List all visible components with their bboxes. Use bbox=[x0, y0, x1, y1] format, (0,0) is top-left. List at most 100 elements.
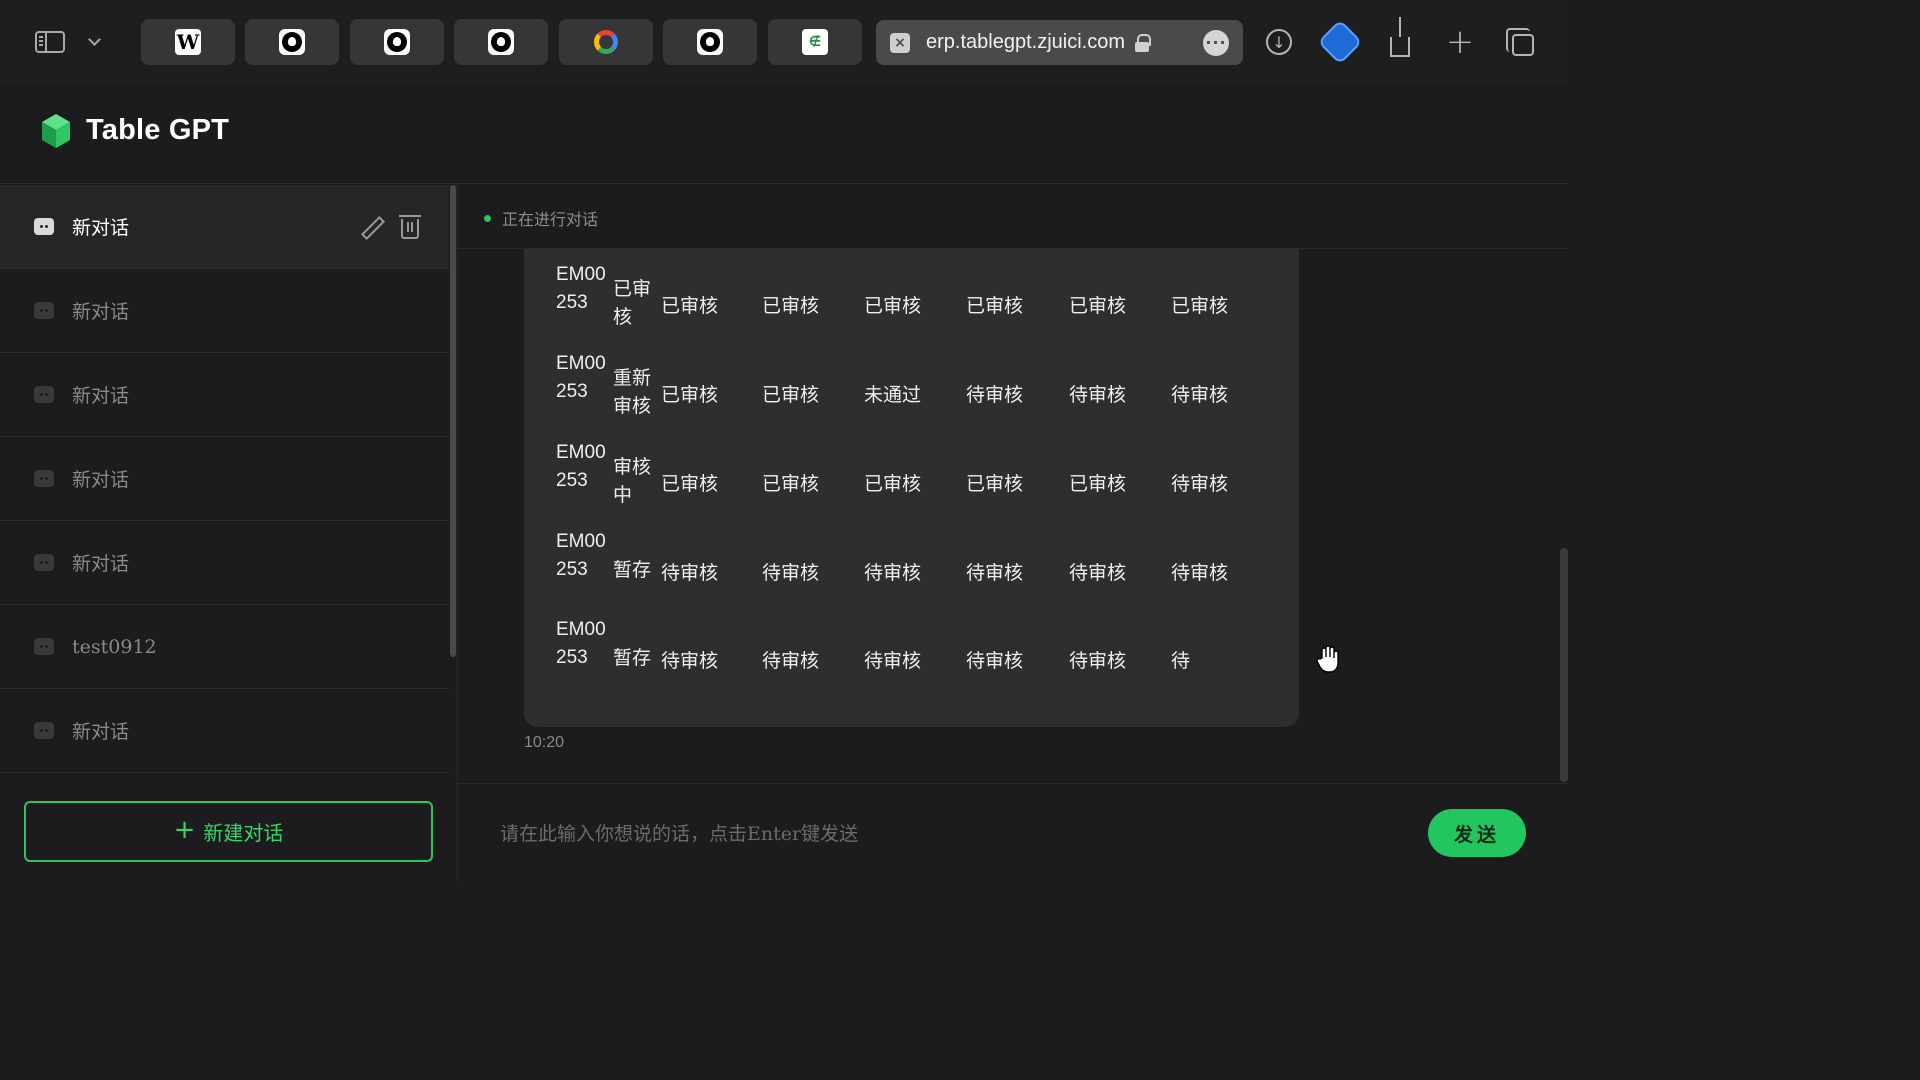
conversation-item[interactable]: 新对话 bbox=[0, 521, 449, 605]
chat-status-text: 正在进行对话 bbox=[502, 210, 599, 229]
github-icon bbox=[488, 29, 514, 55]
table-cell: 待审核 bbox=[864, 562, 922, 584]
chat-icon bbox=[34, 638, 54, 655]
github-icon bbox=[697, 29, 723, 55]
chat-icon bbox=[34, 554, 54, 571]
cell-employee-id: EM00253 bbox=[556, 531, 606, 580]
table-cell: 待审核 bbox=[762, 562, 820, 584]
chat-input[interactable] bbox=[500, 814, 1400, 854]
extension-icon[interactable] bbox=[1317, 19, 1363, 65]
tab-github-1[interactable] bbox=[245, 19, 339, 65]
panel-divider bbox=[456, 184, 458, 882]
brand-name: Table GPT bbox=[86, 114, 230, 146]
table-header-clipped bbox=[524, 249, 1299, 253]
cell-status: 审核中 bbox=[613, 456, 652, 506]
tablegpt-logo-icon bbox=[42, 114, 70, 148]
hand-cursor-icon bbox=[1316, 645, 1339, 673]
plus-icon: + bbox=[173, 815, 196, 845]
chat-scrollbar[interactable] bbox=[1560, 548, 1568, 782]
table-cell: 已审核 bbox=[1171, 295, 1229, 317]
conversation-item[interactable]: 新对话 bbox=[0, 437, 449, 521]
tab-github-2[interactable] bbox=[350, 19, 444, 65]
table-cell: 待审核 bbox=[966, 384, 1024, 406]
message-time: 10:20 bbox=[524, 734, 565, 751]
edit-icon[interactable] bbox=[360, 216, 382, 238]
tab-google[interactable] bbox=[559, 19, 653, 65]
table-cell: 已审核 bbox=[661, 295, 719, 317]
download-icon[interactable]: ↓ bbox=[1259, 22, 1299, 62]
assistant-message-bubble: EM00253 已审核 已审核 已审核 已审核 已审核 已审核 已审核 EM00253 重新审核已… bbox=[524, 249, 1299, 727]
table-row: EM00253 已审核 已审核 已审核 已审核 已审核 已审核 已审核 bbox=[524, 261, 1299, 350]
new-chat-button[interactable]: + 新建对话 bbox=[24, 801, 433, 862]
table-cell: 待 bbox=[1171, 650, 1191, 672]
table-row: EM00253 审核中 已审核 已审核 已审核 已审核 已审核 待审核 bbox=[524, 439, 1299, 528]
status-dot bbox=[484, 215, 491, 222]
table-cell: 已审核 bbox=[864, 295, 922, 317]
app-header bbox=[0, 84, 1568, 184]
cell-employee-id: EM00253 bbox=[556, 619, 606, 668]
tab-github-3[interactable] bbox=[454, 19, 548, 65]
table-row: EM00253 暂存 待审核 待审核 待审核 待审核 待审核待 bbox=[524, 616, 1299, 705]
close-tab-icon[interactable]: × bbox=[890, 32, 910, 53]
geeksforgeeks-icon: ∉ bbox=[802, 29, 828, 55]
conversation-label: 新对话 bbox=[72, 553, 130, 575]
conversation-item[interactable]: test0912 bbox=[0, 605, 449, 689]
wikipedia-icon: W bbox=[175, 29, 201, 55]
github-icon bbox=[279, 29, 305, 55]
table-row: EM00253 暂存 待审核 待审核 待审核 待审核 待审核 待审核 bbox=[524, 528, 1299, 617]
tab-overview-icon[interactable] bbox=[1500, 22, 1540, 62]
conversation-item[interactable]: 新对话 bbox=[0, 689, 449, 773]
tab-github-4[interactable] bbox=[663, 19, 757, 65]
table-cell: 已审核 bbox=[966, 295, 1024, 317]
conversation-item[interactable]: 新对话 bbox=[0, 353, 449, 437]
table-cell: 已审核 bbox=[1069, 473, 1127, 495]
cell-status: 暂存 bbox=[613, 647, 652, 669]
chat-icon bbox=[34, 722, 54, 739]
chat-icon bbox=[34, 470, 54, 487]
conversation-item[interactable]: 新对话 bbox=[0, 269, 449, 353]
table-cell: 待审核 bbox=[1069, 562, 1127, 584]
table-cell: 已审核 bbox=[762, 473, 820, 495]
send-button[interactable]: 发送 bbox=[1428, 809, 1526, 857]
new-tab-icon[interactable]: + bbox=[1440, 22, 1480, 62]
chevron-down-icon[interactable] bbox=[80, 20, 108, 64]
conversation-label: 新对话 bbox=[72, 469, 130, 491]
table-cell: 待审核 bbox=[1069, 384, 1127, 406]
table-cell: 待审核 bbox=[661, 650, 719, 672]
share-icon[interactable] bbox=[1380, 17, 1420, 62]
table-cell: 已审核 bbox=[661, 473, 719, 495]
table-cell: 待审核 bbox=[1171, 384, 1229, 406]
cell-status: 已审核 bbox=[613, 278, 652, 328]
chat-status-bar: 正在进行对话 bbox=[458, 185, 1568, 249]
table-cell: 已审核 bbox=[864, 473, 922, 495]
table-row: EM00253 重新审核 已审核 已审核 未通过 待审核 待审核 待审核 bbox=[524, 350, 1299, 439]
sidebar-toggle-icon[interactable] bbox=[24, 20, 76, 64]
conversation-label: 新对话 bbox=[72, 301, 130, 323]
browser-toolbar: W ∉ × erp.tablegpt.zjuici.com ··· ↓ + bbox=[0, 0, 1568, 84]
table-cell: 待审核 bbox=[1069, 650, 1127, 672]
chat-icon bbox=[34, 218, 54, 235]
new-chat-label: 新建对话 bbox=[203, 821, 284, 845]
conversation-sidebar: 新对话 新对话 新对话 新对话 新对话 test0912 新对话 bbox=[0, 185, 449, 882]
table-cell: 待审核 bbox=[1171, 562, 1229, 584]
table-cell: 待审核 bbox=[1171, 473, 1229, 495]
conversation-item[interactable]: 新对话 bbox=[0, 185, 449, 269]
table-cell: 待审核 bbox=[966, 650, 1024, 672]
tab-geeksforgeeks[interactable]: ∉ bbox=[768, 19, 862, 65]
chat-icon bbox=[34, 386, 54, 403]
table-cell: 已审核 bbox=[966, 473, 1024, 495]
table-cell: 已审核 bbox=[1069, 295, 1127, 317]
table-cell: 未通过 bbox=[864, 384, 922, 406]
trash-icon[interactable] bbox=[399, 215, 421, 239]
more-options-icon[interactable]: ··· bbox=[1203, 29, 1229, 56]
cell-employee-id: EM00253 bbox=[556, 442, 606, 491]
address-bar[interactable]: × erp.tablegpt.zjuici.com ··· bbox=[876, 20, 1243, 65]
tab-wikipedia[interactable]: W bbox=[141, 19, 235, 65]
table-cell: 已审核 bbox=[762, 295, 820, 317]
cell-status: 暂存 bbox=[613, 559, 652, 581]
conversation-label: test0912 bbox=[72, 635, 157, 658]
conversation-label: 新对话 bbox=[72, 721, 130, 743]
table-cell: 已审核 bbox=[661, 384, 719, 406]
cell-status: 重新审核 bbox=[613, 367, 652, 417]
table-cell: 待审核 bbox=[661, 562, 719, 584]
